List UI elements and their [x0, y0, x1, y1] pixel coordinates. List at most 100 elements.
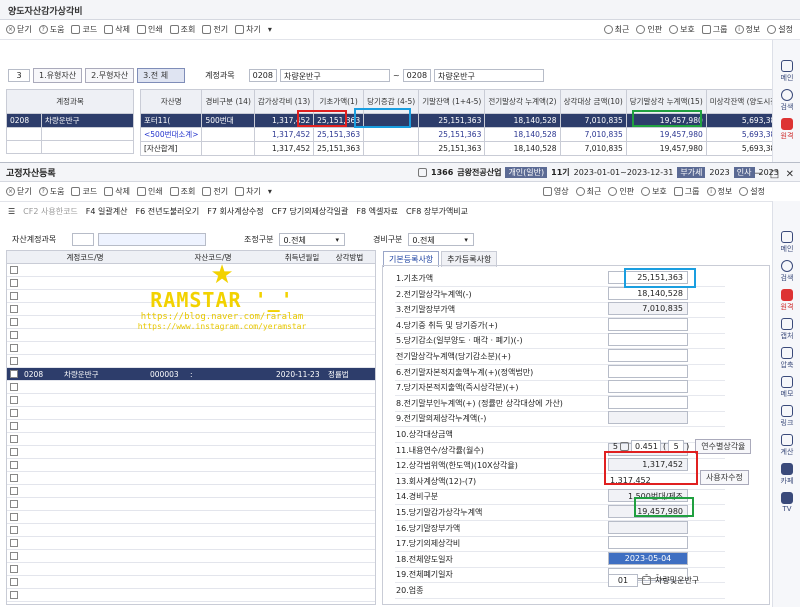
table-row[interactable] [7, 355, 375, 368]
option-all[interactable]: 3.전 체 [137, 68, 186, 83]
sidebar-item-main[interactable]: 메인 [773, 60, 800, 83]
row-checkbox[interactable] [10, 487, 18, 495]
user-fix-button[interactable]: 사용자수정 [700, 470, 749, 485]
row-checkbox[interactable] [10, 500, 18, 508]
info-button[interactable]: i 정보 [734, 24, 760, 35]
field-value[interactable] [608, 536, 688, 549]
to-account-code[interactable]: 0208 [402, 69, 432, 82]
sidebar-item-compress[interactable]: 압축 [773, 347, 800, 370]
table-row[interactable] [7, 420, 375, 433]
recent-button[interactable]: 최근 [603, 24, 629, 35]
asset-type-number[interactable]: 3 [8, 69, 30, 82]
table-row[interactable] [7, 394, 375, 407]
field-value[interactable]: 1.500번대/제조 [608, 489, 688, 502]
table-row[interactable]: [자산합계] 1,317,452 25,151,363 25,151,363 1… [139, 141, 785, 156]
print-button[interactable]: 인쇄 [136, 186, 163, 197]
field-value[interactable]: 19,457,980 [608, 505, 688, 518]
table-row[interactable] [7, 485, 375, 498]
row-checkbox[interactable] [10, 357, 18, 365]
table-row[interactable] [7, 472, 375, 485]
table-row[interactable] [7, 433, 375, 446]
table-row[interactable] [7, 407, 375, 420]
sidebar-item-calc[interactable]: 계산 [773, 434, 800, 457]
sidebar-item-search[interactable]: 검색 [773, 89, 800, 112]
fkey-f6[interactable]: F6 전년도불러오기 [135, 206, 199, 217]
row-checkbox[interactable] [10, 578, 18, 586]
next-button[interactable]: 차기 [235, 186, 261, 197]
row-checkbox[interactable] [10, 266, 18, 274]
row-checkbox[interactable] [10, 422, 18, 430]
table-row[interactable]: 0208 차량운반구 [6, 113, 134, 128]
help-button[interactable]: ? 도움 [38, 186, 64, 197]
sidebar-item-remote[interactable]: 원격 [773, 289, 800, 312]
search-button[interactable]: 조회 [169, 24, 195, 35]
months-field[interactable]: 5 [668, 440, 685, 453]
fkey-cf7[interactable]: CF7 당기의제상각일괄 [272, 206, 349, 217]
table-row[interactable] [7, 524, 375, 537]
table-row[interactable]: <500번대소계> 1,317,452 25,151,363 25,151,36… [139, 127, 785, 142]
row-checkbox[interactable] [10, 279, 18, 287]
table-row[interactable] [7, 589, 375, 602]
row-checkbox[interactable] [10, 565, 18, 573]
field-value[interactable] [608, 349, 688, 362]
sidebar-item-search[interactable]: 검색 [773, 260, 800, 283]
close-button[interactable]: × 닫기 [6, 24, 32, 35]
sidebar-item-main[interactable]: 메인 [773, 231, 800, 254]
row-checkbox[interactable] [10, 526, 18, 534]
sidebar-item-memo[interactable]: 메모 [773, 376, 800, 399]
table-row[interactable] [7, 498, 375, 511]
row-checkbox[interactable] [10, 435, 18, 443]
option-tangible[interactable]: 1.유형자산 [33, 68, 83, 83]
row-checkbox[interactable] [10, 461, 18, 469]
field-value[interactable] [608, 318, 688, 331]
row-checkbox[interactable] [10, 396, 18, 404]
prev-button[interactable]: 전기 [202, 186, 228, 197]
sidebar-item-cafe[interactable]: 카페 [773, 463, 800, 486]
settings-button[interactable]: 설정 [767, 24, 793, 35]
table-row[interactable] [7, 511, 375, 524]
life-years[interactable]: 5 [608, 442, 618, 451]
fkey-f8[interactable]: F8 엑셀자료 [356, 206, 398, 217]
table-row[interactable] [7, 459, 375, 472]
row-checkbox[interactable] [10, 318, 18, 326]
inpan-button[interactable]: 인판 [636, 24, 662, 35]
code-button[interactable]: 코드 [71, 24, 97, 35]
sidebar-item-link[interactable]: 링크 [773, 405, 800, 428]
field-value[interactable] [608, 333, 688, 346]
row-checkbox[interactable] [10, 539, 18, 547]
search-icon[interactable] [642, 576, 651, 585]
protect-button[interactable]: 보호 [641, 186, 667, 197]
row-checkbox[interactable] [10, 344, 18, 352]
row-checkbox[interactable] [10, 305, 18, 313]
window-controls[interactable]: － □ ✕ [753, 165, 794, 180]
field-value[interactable] [608, 411, 688, 424]
field-value[interactable] [608, 365, 688, 378]
row-checkbox[interactable] [10, 448, 18, 456]
fkey-f7[interactable]: F7 회사계상수정 [207, 206, 263, 217]
field-value[interactable] [608, 380, 688, 393]
asset-account-code[interactable] [72, 233, 95, 246]
table-row[interactable] [7, 550, 375, 563]
sidebar-item-remote[interactable]: 원격 [773, 118, 800, 141]
search-button[interactable]: 조회 [169, 186, 195, 197]
field-value[interactable]: 1,317,452 [610, 476, 651, 485]
table-row[interactable]: 0208 차량운반구 000003:2020-11-23 정률법 [7, 368, 375, 381]
row-checkbox[interactable] [10, 552, 18, 560]
option-intangible[interactable]: 2.무형자산 [85, 68, 135, 83]
transfer-date-field[interactable]: 2023-05-04 [608, 552, 688, 565]
row-checkbox[interactable] [10, 370, 18, 378]
inpan-button[interactable]: 인판 [608, 186, 634, 197]
row-checkbox[interactable] [10, 513, 18, 521]
row-checkbox[interactable] [10, 383, 18, 391]
more-dropdown-icon[interactable]: ▾ [268, 25, 272, 34]
help-button[interactable]: ? 도움 [38, 24, 64, 35]
protect-button[interactable]: 보호 [669, 24, 695, 35]
menu-icon[interactable]: ☰ [8, 207, 15, 216]
yearly-rate-button[interactable]: 연수별상각율 [695, 439, 752, 454]
field-value[interactable]: 18,140,528 [608, 287, 688, 300]
row-checkbox[interactable] [10, 331, 18, 339]
rate-field[interactable]: 0.451 [631, 440, 661, 453]
table-row[interactable]: 포터11( 500번대 1,317,452 25,151,363 25,151,… [139, 113, 785, 128]
print-button[interactable]: 인쇄 [136, 24, 163, 35]
recent-button[interactable]: 최근 [575, 186, 601, 197]
